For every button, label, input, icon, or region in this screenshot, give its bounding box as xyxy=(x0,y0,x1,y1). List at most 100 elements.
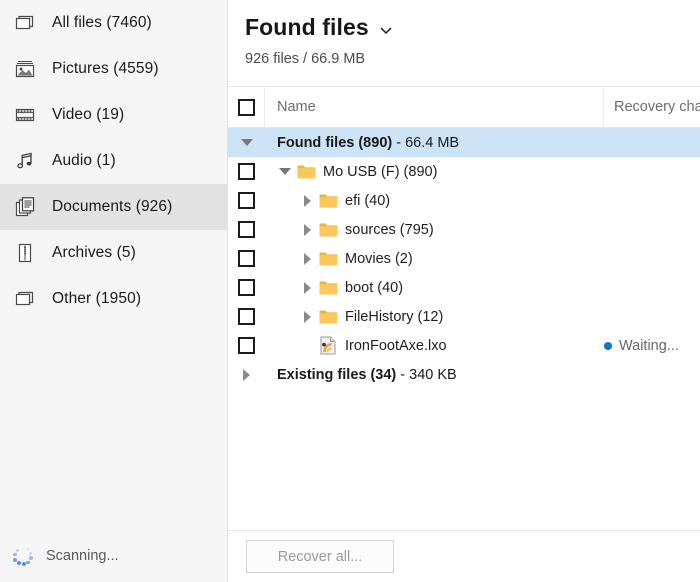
row-name-cell: sources (795) xyxy=(265,222,604,238)
expand-triangle-right-icon[interactable] xyxy=(295,252,319,265)
row-checkbox[interactable] xyxy=(238,308,255,325)
collapse-triangle-down-icon[interactable] xyxy=(273,168,297,175)
group-label-name: Existing files (34) xyxy=(277,366,397,383)
file-tree: Found files (890) - 66.4 MB Mo USB (F) (8… xyxy=(228,128,700,389)
tree-file-row[interactable]: IronFootAxe.lxo Waiting... xyxy=(228,331,700,360)
tree-folder-row[interactable]: FileHistory (12) xyxy=(228,302,700,331)
tree-folder-row[interactable]: sources (795) xyxy=(228,215,700,244)
row-checkbox-cell[interactable] xyxy=(228,163,265,180)
folder-icon xyxy=(319,193,338,209)
picture-icon xyxy=(12,56,38,82)
sidebar-item-archives[interactable]: Archives (5) xyxy=(0,230,227,276)
document-file-icon xyxy=(319,336,337,355)
folder-icon xyxy=(297,164,316,180)
row-checkbox[interactable] xyxy=(238,221,255,238)
row-name-cell: Movies (2) xyxy=(265,251,604,267)
item-label: Mo USB (F) (890) xyxy=(323,163,438,180)
tree-folder-row[interactable]: Mo USB (F) (890) xyxy=(228,157,700,186)
folder-icon xyxy=(319,280,338,296)
status-badge: Waiting... xyxy=(619,337,679,354)
music-note-icon xyxy=(12,148,38,174)
column-header-recovery-chance[interactable]: Recovery chan xyxy=(604,86,700,128)
group-label-size: - 340 KB xyxy=(396,366,457,383)
select-all-checkbox[interactable] xyxy=(237,98,255,116)
folder-icon xyxy=(319,309,338,325)
main-footer: Recover all... xyxy=(228,530,700,582)
row-checkbox-cell[interactable] xyxy=(228,221,265,238)
scan-status-text: Scanning... xyxy=(46,548,119,564)
row-checkbox[interactable] xyxy=(238,163,255,180)
folder-icon xyxy=(319,222,338,238)
sidebar-item-video[interactable]: Video (19) xyxy=(0,92,227,138)
folder-icon xyxy=(319,251,338,267)
row-checkbox-cell[interactable] xyxy=(228,279,265,296)
item-label: efi (40) xyxy=(345,192,391,209)
chevron-down-icon[interactable] xyxy=(378,22,394,38)
sidebar-item-pictures[interactable]: Pictures (4559) xyxy=(0,46,227,92)
table-header-row: Name Recovery chan xyxy=(228,86,700,128)
group-label: Found files (890) - 66.4 MB xyxy=(277,135,459,151)
expand-triangle-right-icon[interactable] xyxy=(295,310,319,323)
row-checkbox-cell[interactable] xyxy=(228,192,265,209)
tree-folder-row[interactable]: boot (40) xyxy=(228,273,700,302)
row-checkbox-cell[interactable] xyxy=(228,337,265,354)
item-label: boot (40) xyxy=(345,279,404,296)
row-checkbox-cell xyxy=(228,139,265,146)
spinner-dot xyxy=(15,548,19,552)
sidebar-item-label: Documents (926) xyxy=(52,198,173,215)
loading-spinner-icon xyxy=(10,543,36,569)
spinner-dot xyxy=(29,556,33,560)
collapse-triangle-down-icon[interactable] xyxy=(235,139,259,146)
row-checkbox[interactable] xyxy=(238,279,255,296)
file-recovery-window: All files (7460) Pictures (4559) Video (19… xyxy=(0,0,700,582)
select-all-header-cell[interactable] xyxy=(228,86,265,128)
row-checkbox[interactable] xyxy=(238,250,255,267)
row-name-cell: efi (40) xyxy=(265,193,604,209)
sidebar-item-label: Audio (1) xyxy=(52,152,116,169)
sidebar-item-all[interactable]: All files (7460) xyxy=(0,0,227,46)
sidebar-category-list: All files (7460) Pictures (4559) Video (19… xyxy=(0,0,227,322)
file-count-summary: 926 files / 66.9 MB xyxy=(245,51,366,67)
sidebar-item-label: Pictures (4559) xyxy=(52,60,159,77)
expand-triangle-right-icon[interactable] xyxy=(295,281,319,294)
sidebar-item-documents[interactable]: Documents (926) xyxy=(0,184,227,230)
sidebar-item-audio[interactable]: Audio (1) xyxy=(0,138,227,184)
column-header-name[interactable]: Name xyxy=(265,86,604,128)
tree-group-row[interactable]: Existing files (34) - 340 KB xyxy=(228,360,700,389)
row-name-cell: Mo USB (F) (890) xyxy=(265,164,604,180)
row-checkbox[interactable] xyxy=(238,192,255,209)
tree-group-row[interactable]: Found files (890) - 66.4 MB xyxy=(228,128,700,157)
spinner-dot xyxy=(13,557,18,562)
scan-status-bar: Scanning... xyxy=(0,530,228,582)
item-label: IronFootAxe.lxo xyxy=(345,337,447,354)
row-name-cell: FileHistory (12) xyxy=(265,309,604,325)
expand-triangle-right-icon[interactable] xyxy=(295,223,319,236)
row-checkbox-cell[interactable] xyxy=(228,250,265,267)
row-name-cell: Existing files (34) - 340 KB xyxy=(265,367,604,383)
tree-folder-row[interactable]: efi (40) xyxy=(228,186,700,215)
sidebar-item-label: Other (1950) xyxy=(52,290,142,307)
documents-icon xyxy=(12,194,38,220)
row-name-cell: boot (40) xyxy=(265,280,604,296)
sidebar-item-label: All files (7460) xyxy=(52,14,152,31)
group-label-size: - 66.4 MB xyxy=(392,134,460,151)
group-label-name: Found files (890) xyxy=(277,134,393,151)
row-checkbox-cell[interactable] xyxy=(228,308,265,325)
row-checkbox[interactable] xyxy=(238,337,255,354)
row-checkbox-cell xyxy=(228,368,265,381)
page-title: Found files xyxy=(245,14,369,40)
recover-all-button[interactable]: Recover all... xyxy=(246,540,394,573)
row-name-cell: Found files (890) - 66.4 MB xyxy=(265,135,604,151)
window-icon xyxy=(12,10,38,36)
status-dot-icon xyxy=(604,341,612,350)
group-label: Existing files (34) - 340 KB xyxy=(277,367,457,383)
sidebar-item-label: Video (19) xyxy=(52,106,125,123)
expand-triangle-right-icon[interactable] xyxy=(235,368,259,381)
sidebar: All files (7460) Pictures (4559) Video (19… xyxy=(0,0,228,582)
sidebar-item-other[interactable]: Other (1950) xyxy=(0,276,227,322)
tree-folder-row[interactable]: Movies (2) xyxy=(228,244,700,273)
spinner-dot xyxy=(26,560,31,565)
spinner-dot xyxy=(12,552,17,557)
title-row[interactable]: Found files xyxy=(245,14,700,41)
expand-triangle-right-icon[interactable] xyxy=(295,194,319,207)
